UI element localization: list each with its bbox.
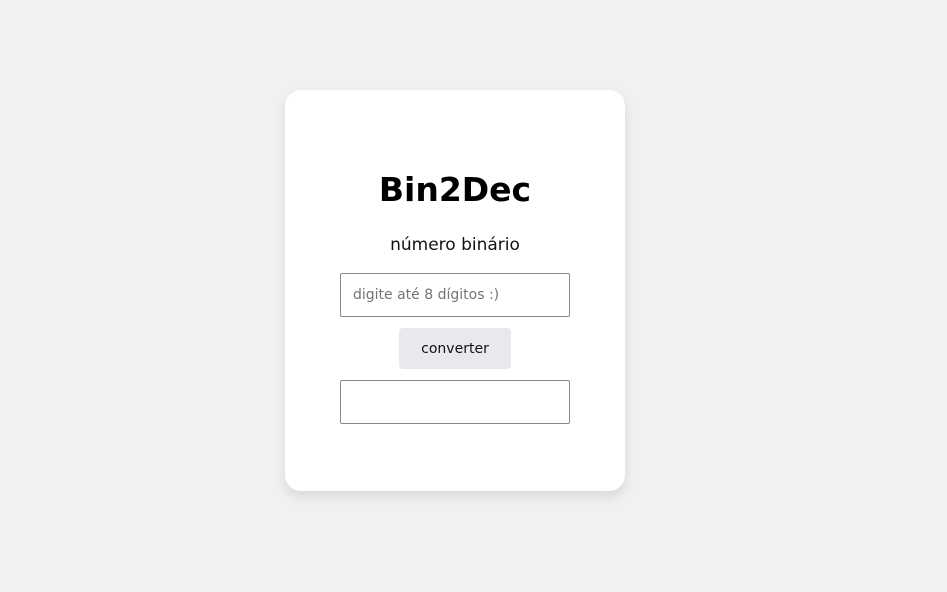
converter-card: Bin2Dec número binário converter xyxy=(285,90,625,491)
binary-input[interactable] xyxy=(340,273,570,317)
convert-button[interactable]: converter xyxy=(399,328,511,369)
binary-number-label: número binário xyxy=(390,235,520,255)
page-title: Bin2Dec xyxy=(378,170,532,209)
page: Bin2Dec número binário converter xyxy=(0,0,947,592)
decimal-result-field[interactable] xyxy=(340,380,570,424)
